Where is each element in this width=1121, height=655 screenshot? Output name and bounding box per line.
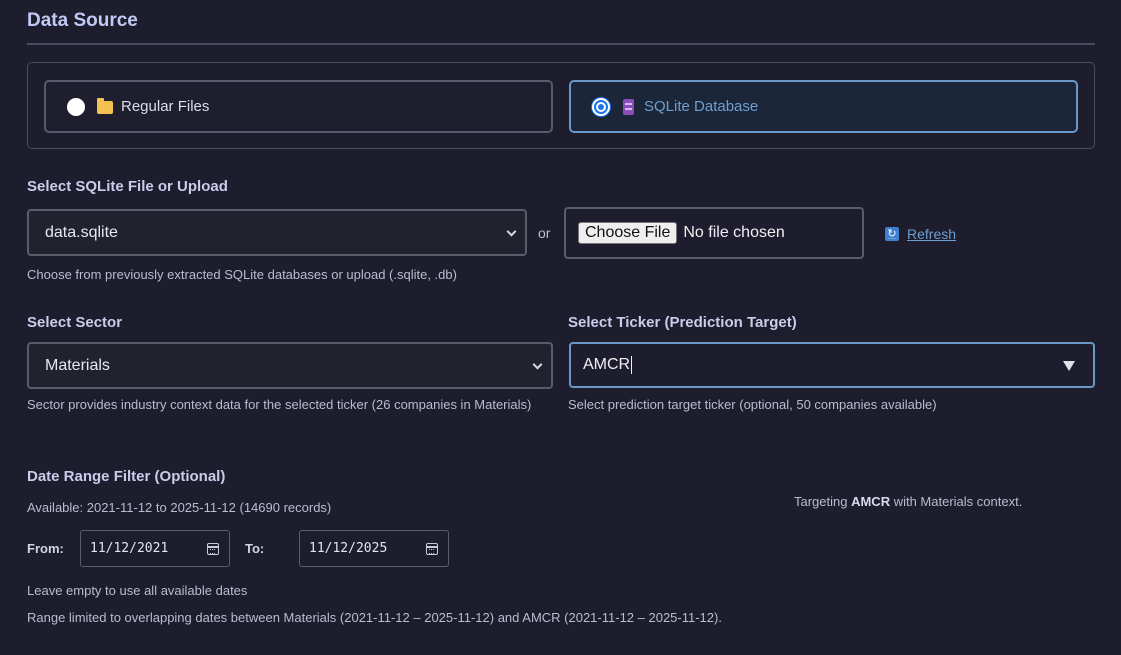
refresh-link[interactable]: ↻ Refresh — [885, 226, 956, 242]
choose-file-button[interactable]: Choose File — [578, 222, 678, 244]
sector-label: Select Sector — [27, 314, 123, 331]
targeting-summary: Targeting AMCR with Materials context. — [794, 494, 1022, 509]
sector-hint: Sector provides industry context data fo… — [27, 397, 532, 412]
date-empty-hint: Leave empty to use all available dates — [27, 583, 248, 598]
targeting-ticker: AMCR — [851, 494, 891, 509]
chevron-down-icon — [532, 359, 543, 370]
dropdown-triangle-icon[interactable] — [1063, 361, 1075, 371]
ticker-combobox[interactable]: AMCR — [569, 342, 1095, 388]
calendar-icon[interactable] — [207, 543, 219, 555]
text-cursor — [631, 356, 633, 374]
file-status: No file chosen — [683, 224, 785, 241]
sector-select-value: Materials — [45, 356, 110, 374]
source-option-sqlite-database[interactable]: SQLite Database — [569, 80, 1078, 133]
calendar-icon[interactable] — [426, 543, 438, 555]
sqlite-database-label: SQLite Database — [644, 98, 759, 115]
folder-icon — [97, 97, 113, 114]
database-icon — [623, 98, 634, 115]
refresh-icon: ↻ — [885, 227, 899, 241]
targeting-suffix: with Materials context. — [890, 494, 1023, 509]
sqlite-file-hint: Choose from previously extracted SQLite … — [27, 267, 457, 282]
to-label: To: — [245, 541, 265, 556]
or-separator: or — [538, 225, 551, 241]
to-date-value: 11/12/2025 — [309, 541, 388, 556]
ticker-input-value[interactable]: AMCR — [583, 356, 630, 374]
from-date-input[interactable]: 11/12/2021 — [80, 530, 230, 567]
refresh-label: Refresh — [907, 226, 957, 242]
regular-files-label: Regular Files — [121, 98, 210, 115]
section-divider — [27, 43, 1095, 45]
sector-select[interactable]: Materials — [27, 342, 553, 389]
sqlite-file-label: Select SQLite File or Upload — [27, 178, 228, 195]
from-date-value: 11/12/2021 — [90, 541, 169, 556]
date-range-available: Available: 2021-11-12 to 2025-11-12 (146… — [27, 500, 332, 515]
sqlite-file-select-value: data.sqlite — [45, 223, 118, 241]
ticker-label: Select Ticker (Prediction Target) — [568, 314, 797, 331]
targeting-prefix: Targeting — [794, 494, 852, 509]
source-option-regular-files[interactable]: Regular Files — [44, 80, 553, 133]
sqlite-database-radio[interactable] — [592, 97, 610, 116]
date-range-note: Range limited to overlapping dates betwe… — [27, 610, 722, 625]
regular-files-radio[interactable] — [67, 97, 85, 116]
ticker-hint: Select prediction target ticker (optiona… — [568, 397, 937, 412]
section-title: Data Source — [27, 10, 138, 31]
data-source-selector: Regular Files SQLite Database — [27, 62, 1095, 149]
chevron-down-icon — [506, 226, 517, 237]
file-upload-field: Choose File No file chosen — [564, 207, 864, 259]
to-date-input[interactable]: 11/12/2025 — [299, 530, 449, 567]
date-range-label: Date Range Filter (Optional) — [27, 468, 226, 485]
from-label: From: — [27, 541, 64, 556]
sqlite-file-select[interactable]: data.sqlite — [27, 209, 527, 256]
